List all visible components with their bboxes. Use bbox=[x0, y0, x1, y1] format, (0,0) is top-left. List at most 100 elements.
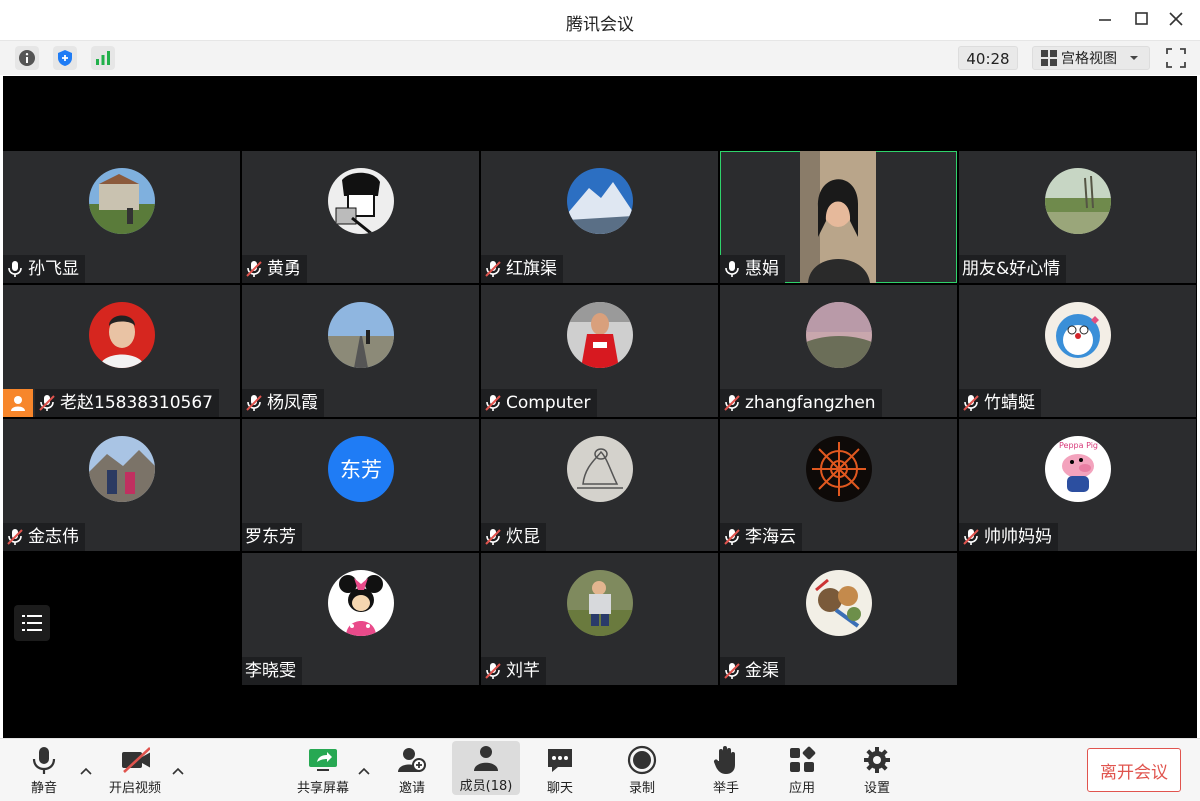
settings-button[interactable]: 设置 bbox=[855, 739, 899, 801]
name-tag: 杨凤霞 bbox=[242, 389, 324, 417]
muted-microphone-icon bbox=[724, 395, 740, 411]
participant-name: 李海云 bbox=[745, 527, 796, 547]
participant-name: 杨凤霞 bbox=[267, 393, 318, 413]
settings-label: 设置 bbox=[863, 780, 890, 796]
participant-tile[interactable]: 李海云 bbox=[720, 419, 957, 551]
participant-name: 红旗渠 bbox=[506, 259, 557, 279]
camera-off-icon bbox=[120, 745, 150, 775]
avatar bbox=[328, 570, 394, 636]
audio-options-chevron-icon[interactable] bbox=[80, 763, 92, 775]
apps-button[interactable]: 应用 bbox=[780, 739, 824, 801]
participant-name: zhangfangzhen bbox=[745, 393, 876, 413]
text-avatar: 东芳 bbox=[328, 436, 394, 502]
participant-tile[interactable]: 孙飞显 bbox=[3, 151, 240, 283]
share-screen-label: 共享屏幕 bbox=[296, 780, 349, 796]
record-icon bbox=[627, 745, 657, 775]
name-tag: Computer bbox=[481, 389, 597, 417]
mute-button[interactable]: 静音 bbox=[22, 739, 66, 801]
avatar bbox=[1045, 302, 1111, 368]
share-options-chevron-icon[interactable] bbox=[358, 763, 370, 775]
person-icon bbox=[11, 396, 25, 411]
raise-hand-button[interactable]: 举手 bbox=[704, 739, 748, 801]
muted-microphone-icon bbox=[963, 395, 979, 411]
participant-tile-active-speaker[interactable]: 惠娟 bbox=[720, 151, 957, 283]
avatar bbox=[89, 168, 155, 234]
participant-name: 金渠 bbox=[745, 661, 779, 681]
participant-tile[interactable]: 东芳 罗东芳 bbox=[242, 419, 479, 551]
muted-microphone-icon bbox=[7, 529, 23, 545]
avatar bbox=[806, 302, 872, 368]
member-list-toggle-icon[interactable] bbox=[14, 605, 50, 641]
chat-button[interactable]: 聊天 bbox=[538, 739, 582, 801]
raise-hand-icon bbox=[711, 745, 741, 775]
avatar bbox=[567, 168, 633, 234]
name-tag: 金渠 bbox=[720, 657, 785, 685]
participant-name: 金志伟 bbox=[28, 527, 79, 547]
name-tag: 红旗渠 bbox=[481, 255, 563, 283]
mute-label: 静音 bbox=[30, 780, 57, 796]
avatar bbox=[567, 570, 633, 636]
avatar bbox=[328, 168, 394, 234]
meeting-toolbar: 40:28 宫格视图 bbox=[0, 41, 1200, 75]
chat-icon bbox=[545, 745, 575, 775]
meeting-controls: 静音 开启视频 共享屏幕 邀请 成员(18) 聊天 录制 举手 应用 设置 离开… bbox=[0, 738, 1200, 801]
grid-view-icon bbox=[1041, 50, 1057, 66]
title-bar: 腾讯会议 bbox=[0, 0, 1200, 41]
participant-tile[interactable]: Peppa Pig 帅帅妈妈 bbox=[959, 419, 1196, 551]
muted-microphone-icon bbox=[724, 529, 740, 545]
name-tag: 炊昆 bbox=[481, 523, 546, 551]
participant-name: 孙飞显 bbox=[28, 259, 79, 279]
view-mode-dropdown[interactable]: 宫格视图 bbox=[1032, 46, 1150, 70]
name-tag: 黄勇 bbox=[242, 255, 307, 283]
gear-icon bbox=[862, 745, 892, 775]
muted-microphone-icon bbox=[246, 261, 262, 277]
participant-tile[interactable]: zhangfangzhen bbox=[720, 285, 957, 417]
participant-name: 炊昆 bbox=[506, 527, 540, 547]
participant-tile[interactable]: 朋友&好心情 bbox=[959, 151, 1196, 283]
participant-tile[interactable]: 金渠 bbox=[720, 553, 957, 685]
invite-button[interactable]: 邀请 bbox=[390, 739, 434, 801]
participant-tile[interactable]: 老赵15838310567 bbox=[3, 285, 240, 417]
info-icon[interactable] bbox=[15, 46, 39, 70]
name-tag: 李海云 bbox=[720, 523, 802, 551]
muted-microphone-icon bbox=[246, 395, 262, 411]
leave-meeting-button[interactable]: 离开会议 bbox=[1087, 748, 1181, 792]
record-button[interactable]: 录制 bbox=[620, 739, 664, 801]
avatar bbox=[567, 436, 633, 502]
muted-microphone-icon bbox=[485, 395, 501, 411]
participant-name: 老赵15838310567 bbox=[60, 393, 213, 413]
members-button[interactable]: 成员(18) bbox=[452, 741, 520, 795]
participant-tile[interactable]: 炊昆 bbox=[481, 419, 718, 551]
fullscreen-icon[interactable] bbox=[1164, 46, 1188, 70]
avatar: Peppa Pig bbox=[1045, 436, 1111, 502]
members-icon bbox=[471, 743, 501, 773]
participant-tile[interactable]: 金志伟 bbox=[3, 419, 240, 551]
muted-microphone-icon bbox=[485, 663, 501, 679]
microphone-icon bbox=[29, 745, 59, 775]
name-tag: 惠娟 bbox=[720, 255, 785, 283]
participant-name: 刘芊 bbox=[506, 661, 540, 681]
participant-tile[interactable]: 李晓雯 bbox=[242, 553, 479, 685]
avatar bbox=[806, 570, 872, 636]
maximize-icon[interactable] bbox=[1131, 9, 1151, 29]
participant-tile[interactable]: 竹蜻蜓 bbox=[959, 285, 1196, 417]
name-tag: 刘芊 bbox=[481, 657, 546, 685]
avatar bbox=[328, 302, 394, 368]
participant-tile[interactable]: 黄勇 bbox=[242, 151, 479, 283]
minimize-icon[interactable] bbox=[1095, 9, 1115, 29]
network-signal-icon[interactable] bbox=[91, 46, 115, 70]
participant-name: 竹蜻蜓 bbox=[984, 393, 1035, 413]
participant-tile[interactable]: 杨凤霞 bbox=[242, 285, 479, 417]
participant-tile[interactable]: Computer bbox=[481, 285, 718, 417]
name-tag: 李晓雯 bbox=[242, 657, 302, 685]
microphone-icon bbox=[725, 261, 739, 277]
close-icon[interactable] bbox=[1166, 9, 1186, 29]
security-shield-icon[interactable] bbox=[53, 46, 77, 70]
participant-tile[interactable]: 刘芊 bbox=[481, 553, 718, 685]
start-video-button[interactable]: 开启视频 bbox=[104, 739, 166, 801]
video-options-chevron-icon[interactable] bbox=[172, 763, 184, 775]
record-label: 录制 bbox=[628, 780, 655, 796]
participant-name: 朋友&好心情 bbox=[962, 259, 1061, 279]
share-screen-button[interactable]: 共享屏幕 bbox=[292, 739, 354, 801]
participant-tile[interactable]: 红旗渠 bbox=[481, 151, 718, 283]
